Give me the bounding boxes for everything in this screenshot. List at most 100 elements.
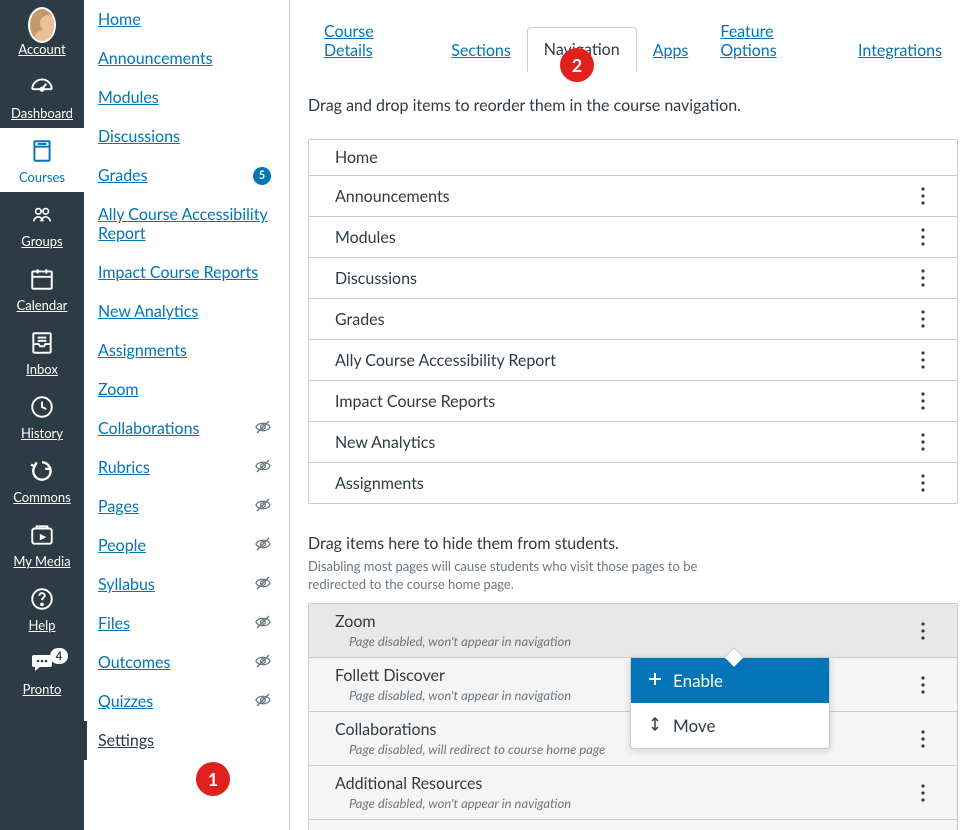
kebab-icon[interactable] (911, 184, 935, 208)
nav-item-label: Collaborations (335, 720, 605, 739)
kebab-icon[interactable] (911, 619, 935, 643)
course-nav-item[interactable]: Grades5 (84, 156, 289, 195)
nav-item-label: Additional Resources (335, 774, 571, 793)
global-nav-courses[interactable]: Courses (0, 128, 84, 192)
course-nav-link[interactable]: Announcements (98, 49, 213, 68)
course-nav-link[interactable]: Discussions (98, 127, 180, 146)
enabled-nav-list: HomeAnnouncementsModulesDiscussionsGrade… (308, 139, 958, 504)
course-nav-item[interactable]: Modules (84, 78, 289, 117)
global-nav-mymedia[interactable]: My Media (0, 512, 84, 576)
nav-item-subtitle: Page disabled, will redirect to course h… (335, 741, 605, 757)
course-nav-link[interactable]: Rubrics (98, 458, 150, 477)
nav-item-row[interactable]: Assignments (309, 463, 957, 503)
course-nav-item[interactable]: Outcomes (84, 643, 289, 682)
course-nav-item[interactable]: People (84, 526, 289, 565)
global-nav-label: Commons (13, 489, 71, 505)
global-nav-inbox[interactable]: Inbox (0, 320, 84, 384)
global-nav-groups[interactable]: Groups (0, 192, 84, 256)
nav-item-row[interactable]: New Analytics (309, 422, 957, 463)
hidden-icon (255, 692, 271, 711)
hidden-section-heading: Drag items here to hide them from studen… (308, 534, 958, 553)
nav-item-row[interactable]: Home (309, 140, 957, 176)
tab-apps[interactable]: Apps (637, 29, 705, 72)
course-nav-item[interactable]: Home (84, 0, 289, 39)
nav-item-row-disabled[interactable]: ZoomPage disabled, won't appear in navig… (309, 604, 957, 658)
course-nav-item[interactable]: Syllabus (84, 565, 289, 604)
course-nav-item[interactable]: Collaborations (84, 409, 289, 448)
kebab-icon[interactable] (911, 727, 935, 751)
course-nav-link[interactable]: Modules (98, 88, 159, 107)
nav-item-row[interactable]: Impact Course Reports (309, 381, 957, 422)
kebab-icon[interactable] (911, 225, 935, 249)
nav-item-row[interactable]: Ally Course Accessibility Report (309, 340, 957, 381)
global-nav-account[interactable]: Account (0, 0, 84, 64)
course-nav-link[interactable]: Outcomes (98, 653, 170, 672)
tab-course-details[interactable]: Course Details (308, 10, 435, 72)
nav-item-row[interactable]: Announcements (309, 176, 957, 217)
course-nav-link[interactable]: People (98, 536, 146, 555)
course-nav-link[interactable]: Quizzes (98, 692, 153, 711)
course-nav: Home Announcements Modules Discussions Grade… (84, 0, 290, 830)
nav-item-row-disabled[interactable]: RubricsPage disabled, will redirect to c… (309, 820, 957, 830)
course-nav-item[interactable]: Settings (84, 721, 289, 760)
kebab-icon[interactable] (911, 471, 935, 495)
course-nav-link[interactable]: Home (98, 10, 141, 29)
kebab-icon[interactable] (911, 430, 935, 454)
course-nav-link[interactable]: Collaborations (98, 419, 199, 438)
kebab-icon[interactable] (911, 307, 935, 331)
global-nav-commons[interactable]: Commons (0, 448, 84, 512)
nav-item-row-disabled[interactable]: Additional ResourcesPage disabled, won't… (309, 766, 957, 820)
course-nav-link[interactable]: Impact Course Reports (98, 263, 258, 282)
course-nav-item[interactable]: Pages (84, 487, 289, 526)
global-nav-pronto[interactable]: Pronto4 (0, 640, 84, 704)
tab-feature-options[interactable]: Feature Options (704, 10, 842, 72)
course-nav-link[interactable]: Syllabus (98, 575, 155, 594)
tab-integrations[interactable]: Integrations (842, 29, 958, 72)
course-nav-link[interactable]: New Analytics (98, 302, 198, 321)
history-icon (28, 393, 56, 421)
course-nav-link[interactable]: Files (98, 614, 130, 633)
global-nav-calendar[interactable]: Calendar (0, 256, 84, 320)
course-nav-item[interactable]: Files (84, 604, 289, 643)
kebab-icon[interactable] (911, 348, 935, 372)
course-nav-item[interactable]: Discussions (84, 117, 289, 156)
tab-sections[interactable]: Sections (435, 29, 527, 72)
course-nav-item[interactable]: Impact Course Reports (84, 253, 289, 292)
hidden-icon (255, 653, 271, 672)
global-nav-help[interactable]: Help (0, 576, 84, 640)
hidden-section-subtext: Disabling most pages will cause students… (308, 557, 738, 593)
nav-item-row[interactable]: Discussions (309, 258, 957, 299)
dashboard-icon (28, 73, 56, 101)
nav-item-label: Zoom (335, 612, 571, 631)
course-nav-item[interactable]: Zoom (84, 370, 289, 409)
course-nav-link[interactable]: Grades (98, 166, 148, 185)
course-nav-link[interactable]: Assignments (98, 341, 187, 360)
kebab-icon[interactable] (911, 389, 935, 413)
nav-item-row[interactable]: Grades (309, 299, 957, 340)
nav-item-label: Assignments (335, 474, 424, 493)
menu-move[interactable]: Move (631, 703, 829, 748)
menu-enable[interactable]: Enable (631, 658, 829, 703)
course-nav-link[interactable]: Ally Course Accessibility Report (98, 205, 271, 243)
course-nav-link[interactable]: Settings (98, 731, 154, 750)
course-nav-item[interactable]: Quizzes (84, 682, 289, 721)
nav-item-label: Follett Discover (335, 666, 571, 685)
kebab-icon[interactable] (911, 266, 935, 290)
course-nav-item[interactable]: Ally Course Accessibility Report (84, 195, 289, 253)
course-nav-link[interactable]: Zoom (98, 380, 139, 399)
course-nav-link[interactable]: Pages (98, 497, 139, 516)
course-nav-item[interactable]: New Analytics (84, 292, 289, 331)
kebab-icon[interactable] (911, 781, 935, 805)
global-nav-dashboard[interactable]: Dashboard (0, 64, 84, 128)
kebab-icon[interactable] (911, 673, 935, 697)
inbox-icon (28, 329, 56, 357)
global-nav-history[interactable]: History (0, 384, 84, 448)
nav-item-label: New Analytics (335, 433, 435, 452)
courses-icon (28, 137, 56, 165)
course-nav-item[interactable]: Announcements (84, 39, 289, 78)
nav-item-row[interactable]: Modules (309, 217, 957, 258)
main-content: Course DetailsSectionsNavigationAppsFeat… (290, 0, 974, 830)
course-nav-item[interactable]: Rubrics (84, 448, 289, 487)
course-nav-item[interactable]: Assignments (84, 331, 289, 370)
callout-1: 1 (196, 762, 230, 796)
